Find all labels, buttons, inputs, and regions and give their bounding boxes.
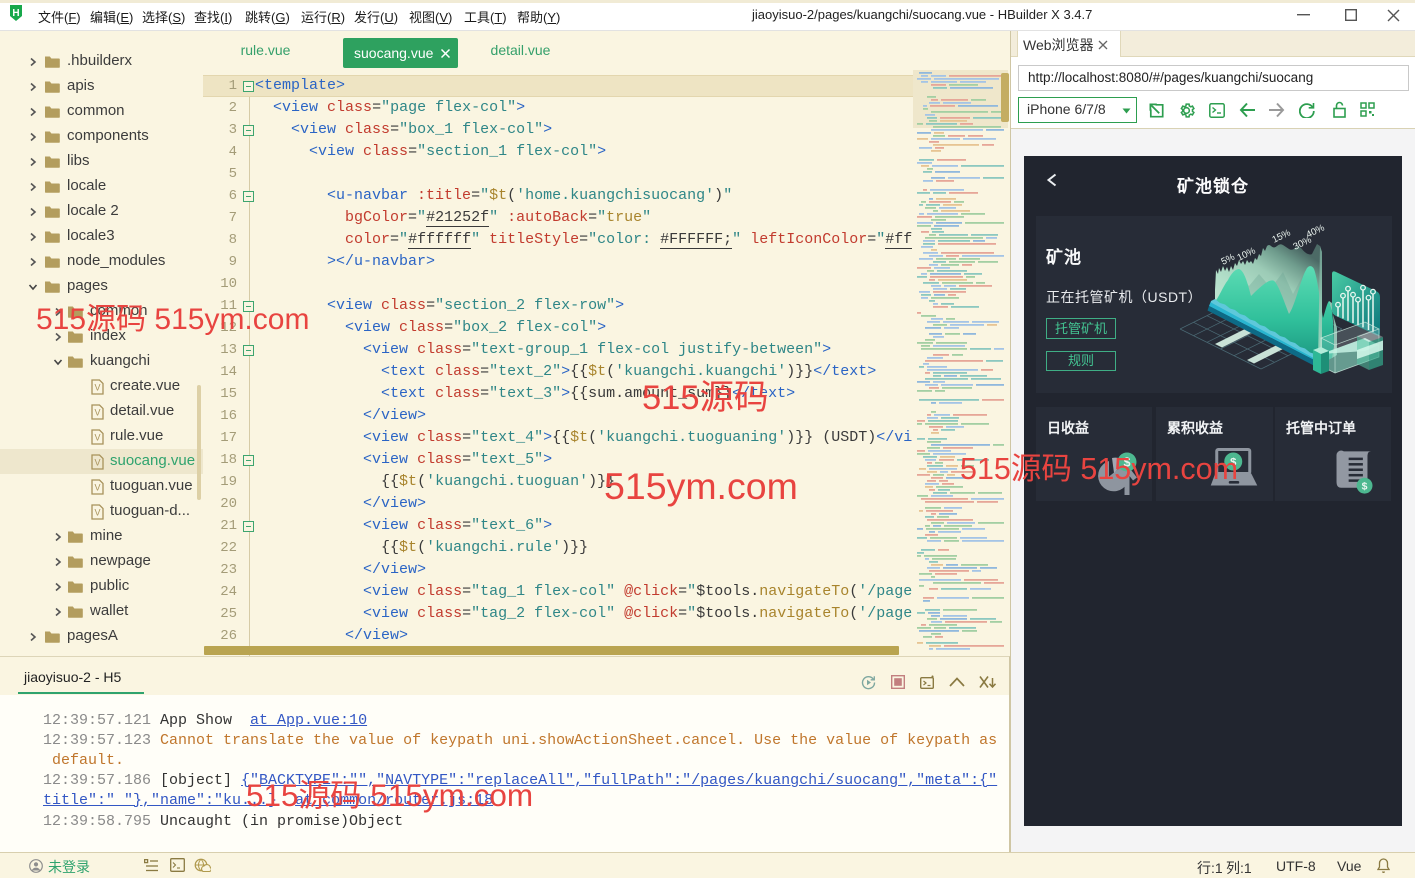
- svg-text:15%: 15%: [1270, 227, 1292, 245]
- svg-text:40%: 40%: [1304, 222, 1326, 240]
- svg-text:$: $: [1362, 481, 1368, 492]
